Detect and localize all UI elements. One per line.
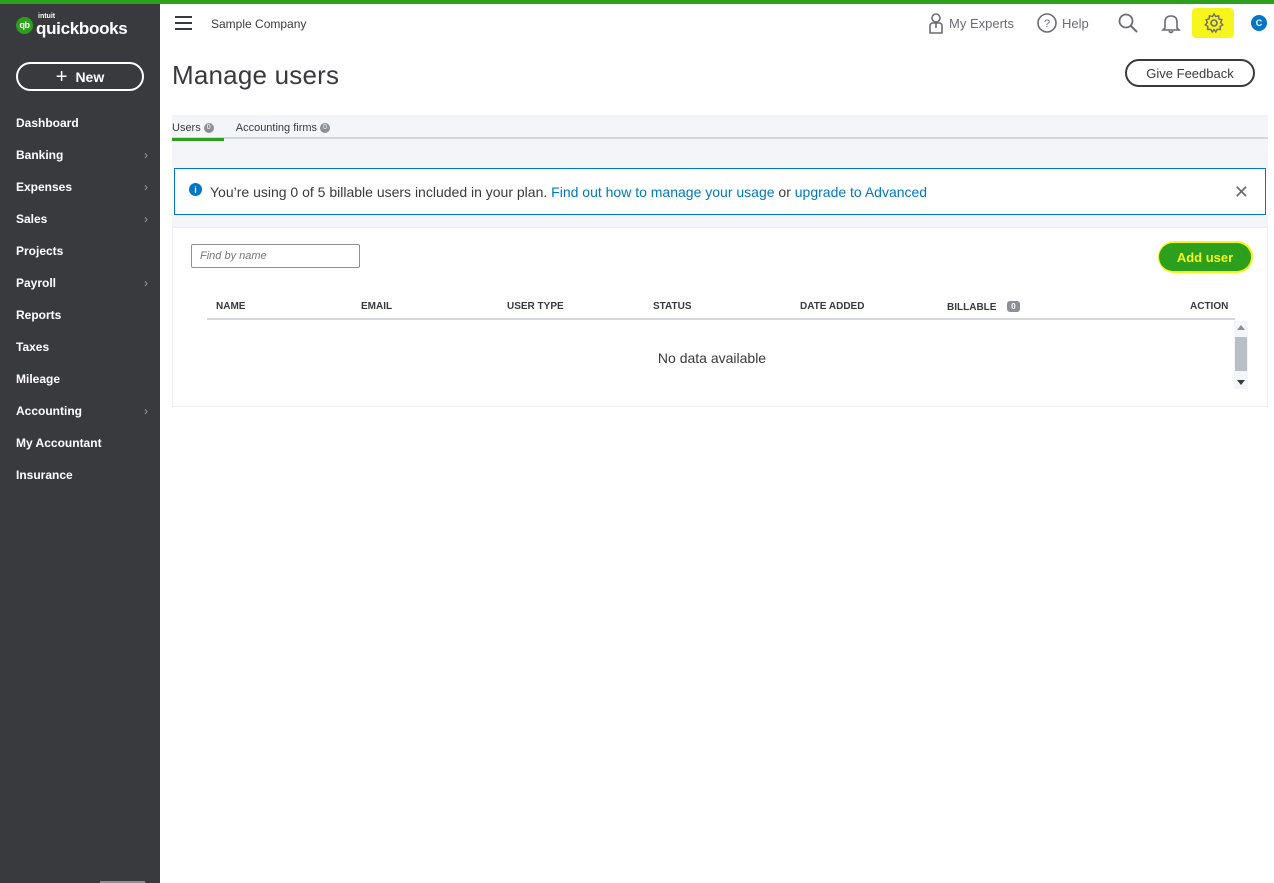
sidebar-item-insurance[interactable]: Insurance [0, 459, 160, 491]
tab-bar: Users 0 Accounting firms 0 [172, 115, 1268, 141]
sidebar-item-my-accountant[interactable]: My Accountant [0, 427, 160, 459]
sidebar-item-projects[interactable]: Projects [0, 235, 160, 267]
close-icon[interactable]: ✕ [1234, 182, 1249, 203]
notifications-button[interactable] [1161, 12, 1185, 34]
column-header-date-added[interactable]: DATE ADDED [800, 301, 864, 312]
sidebar-item-label: Mileage [16, 372, 61, 386]
column-header-user-type[interactable]: USER TYPE [507, 301, 564, 312]
avatar[interactable]: C [1251, 15, 1267, 31]
chevron-right-icon: › [144, 212, 148, 226]
chevron-right-icon: › [144, 180, 148, 194]
tab-users[interactable]: Users 0 [172, 115, 224, 141]
table-header: NAME EMAIL USER TYPE STATUS DATE ADDED B… [207, 298, 1235, 320]
sidebar-item-dashboard[interactable]: Dashboard [0, 107, 160, 139]
menu-icon[interactable] [175, 16, 192, 30]
top-accent-bar [0, 0, 1274, 4]
info-icon: i [189, 183, 202, 196]
give-feedback-button[interactable]: Give Feedback [1125, 59, 1255, 87]
scroll-up-arrow-icon[interactable] [1237, 325, 1245, 330]
column-header-billable[interactable]: BILLABLE 0 [947, 301, 1020, 313]
column-header-status[interactable]: STATUS [653, 301, 692, 312]
sidebar-item-label: Expenses [16, 180, 73, 194]
table-scrollbar[interactable] [1234, 321, 1248, 389]
sidebar-item-label: Accounting [16, 404, 82, 418]
sidebar-item-sales[interactable]: Sales › [0, 203, 160, 235]
my-experts-button[interactable]: My Experts [927, 12, 1014, 34]
users-table-panel: Add user NAME EMAIL USER TYPE STATUS DAT… [172, 227, 1268, 407]
sidebar-item-accounting[interactable]: Accounting › [0, 395, 160, 427]
sidebar-nav: Dashboard Banking › Expenses › Sales › Proj… [0, 107, 160, 491]
logo-name-text: quickbooks [36, 19, 128, 38]
my-experts-label: My Experts [949, 15, 1015, 31]
column-header-email[interactable]: EMAIL [361, 301, 392, 312]
sidebar-item-label: Reports [16, 308, 62, 322]
sidebar-item-label: Payroll [16, 276, 57, 290]
billable-count-badge: 0 [1007, 301, 1020, 312]
tab-label: Accounting firms [235, 122, 318, 134]
banner-or-text: or [778, 183, 791, 200]
banner-text: You’re using 0 of 5 billable users inclu… [210, 183, 548, 200]
chevron-right-icon: › [144, 148, 148, 162]
tab-label: Users [172, 122, 201, 134]
chevron-right-icon: › [144, 276, 148, 290]
settings-button[interactable] [1203, 12, 1229, 34]
sidebar-item-payroll[interactable]: Payroll › [0, 267, 160, 299]
sidebar-item-label: Dashboard [16, 116, 79, 130]
sidebar-item-label: Projects [16, 244, 64, 258]
help-button[interactable]: ? Help [1036, 12, 1089, 34]
search-button[interactable] [1117, 12, 1143, 34]
sidebar: qb intuit quickbooks + New Dashboard Ban… [0, 4, 160, 883]
sidebar-item-label: Banking [16, 148, 64, 162]
qb-logo-icon: qb [16, 16, 33, 34]
info-banner: i You’re using 0 of 5 billable users inc… [174, 168, 1266, 215]
count-badge: 0 [320, 123, 331, 133]
scroll-down-arrow-icon[interactable] [1237, 380, 1245, 385]
sidebar-item-label: My Accountant [16, 436, 102, 450]
person-icon [929, 13, 943, 34]
sidebar-item-taxes[interactable]: Taxes [0, 331, 160, 363]
sidebar-item-label: Sales [16, 212, 48, 226]
count-badge: 0 [203, 123, 214, 133]
new-button[interactable]: + New [16, 62, 144, 91]
page-title: Manage users [172, 60, 340, 90]
search-icon [1118, 13, 1138, 33]
gear-icon [1204, 12, 1224, 34]
svg-text:?: ? [1044, 18, 1050, 30]
company-name: Sample Company [211, 17, 307, 31]
chevron-right-icon: › [144, 404, 148, 418]
sidebar-item-expenses[interactable]: Expenses › [0, 171, 160, 203]
sidebar-item-banking[interactable]: Banking › [0, 139, 160, 171]
add-user-button[interactable]: Add user [1159, 243, 1251, 271]
help-label: Help [1062, 15, 1089, 31]
sidebar-item-mileage[interactable]: Mileage [0, 363, 160, 395]
bell-icon [1161, 15, 1181, 34]
quickbooks-logo[interactable]: qb intuit quickbooks [16, 12, 128, 38]
column-header-action: ACTION [1190, 301, 1229, 312]
column-header-name[interactable]: NAME [216, 301, 245, 312]
scroll-thumb[interactable] [1235, 337, 1247, 371]
search-input[interactable] [191, 244, 360, 268]
tab-accounting-firms[interactable]: Accounting firms 0 [235, 115, 331, 139]
tabs-area: Users 0 Accounting firms 0 [172, 115, 1268, 168]
help-icon: ? [1037, 13, 1057, 33]
column-header-label: BILLABLE [947, 302, 997, 313]
empty-state-text: No data available [657, 350, 767, 366]
sidebar-item-reports[interactable]: Reports [0, 299, 160, 331]
new-button-label: New [75, 68, 105, 85]
upgrade-advanced-link[interactable]: upgrade to Advanced [795, 184, 927, 200]
panel-background [172, 215, 1268, 227]
sidebar-item-label: Taxes [16, 340, 50, 354]
sidebar-item-label: Insurance [16, 468, 73, 482]
manage-usage-link[interactable]: Find out how to manage your usage [551, 184, 774, 200]
plus-icon: + [55, 65, 68, 88]
